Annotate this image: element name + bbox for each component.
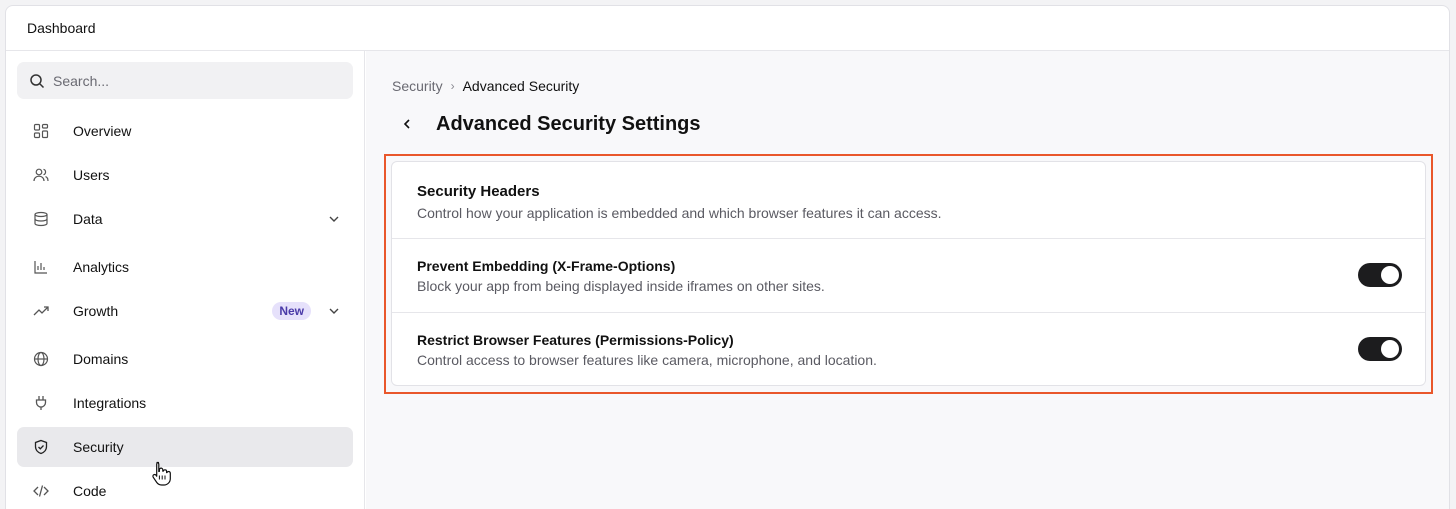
sidebar-item-integrations[interactable]: Integrations [17, 383, 353, 423]
search-box[interactable] [17, 62, 353, 99]
sidebar-item-users[interactable]: Users [17, 155, 353, 195]
search-input[interactable] [53, 72, 333, 89]
chevron-left-icon [403, 119, 410, 129]
breadcrumb-parent-link[interactable]: Security [392, 78, 443, 94]
x-frame-options-toggle[interactable] [1358, 263, 1402, 287]
toggle-knob [1381, 340, 1399, 358]
card-title: Security Headers [417, 183, 540, 200]
sidebar-item-domains[interactable]: Domains [17, 339, 353, 379]
sidebar-item-analytics[interactable]: Analytics [17, 247, 353, 287]
breadcrumb-current: Advanced Security [462, 78, 580, 94]
chevron-right-icon: › [450, 79, 455, 93]
sidebar-item-label: Integrations [73, 395, 147, 411]
new-badge: New [272, 302, 311, 320]
setting-description: Block your app from being displayed insi… [417, 278, 825, 294]
users-icon [33, 167, 49, 183]
main-content: Security › Advanced Security Advanced Se… [366, 51, 1449, 509]
search-icon [30, 73, 45, 88]
sidebar-item-label: Data [73, 211, 103, 227]
globe-icon [33, 351, 49, 367]
sidebar-item-security[interactable]: Security [17, 427, 353, 467]
permissions-policy-toggle[interactable] [1358, 337, 1402, 361]
sidebar-item-label: Growth [73, 303, 119, 319]
sidebar-item-label: Domains [73, 351, 129, 367]
setting-title: Prevent Embedding (X-Frame-Options) [417, 258, 676, 274]
sidebar-item-label: Analytics [73, 259, 130, 275]
sidebar-item-label: Code [73, 483, 107, 499]
database-icon [33, 211, 49, 227]
chevron-down-icon[interactable] [327, 304, 341, 318]
setting-title: Restrict Browser Features (Permissions-P… [417, 332, 734, 348]
sidebar: Overview Users Data Analytics Growth New… [6, 51, 365, 509]
bar-chart-icon [33, 259, 49, 275]
sidebar-item-growth[interactable]: Growth New [17, 291, 353, 331]
trending-up-icon [33, 303, 49, 319]
sidebar-item-label: Security [73, 439, 124, 455]
sidebar-item-label: Users [73, 167, 110, 183]
sidebar-item-data[interactable]: Data [17, 199, 353, 239]
security-headers-card: Security Headers Control how your applic… [391, 161, 1426, 386]
back-button[interactable] [400, 117, 414, 131]
setting-description: Control access to browser features like … [417, 352, 877, 368]
code-icon [33, 483, 49, 499]
page-title: Advanced Security Settings [436, 113, 701, 135]
sidebar-item-label: Overview [73, 123, 132, 139]
toggle-knob [1381, 266, 1399, 284]
grid-icon [33, 123, 49, 139]
breadcrumb: Security › Advanced Security [392, 78, 579, 94]
sidebar-item-overview[interactable]: Overview [17, 111, 353, 151]
setting-row-permissions-policy: Restrict Browser Features (Permissions-P… [392, 312, 1425, 385]
window-title: Dashboard [27, 20, 96, 36]
hand-cursor-icon [152, 461, 171, 486]
top-bar: Dashboard [6, 6, 1449, 51]
app-window: Dashboard Overview Users Data Analytics … [5, 5, 1450, 509]
card-header: Security Headers Control how your applic… [392, 162, 1425, 239]
chevron-down-icon[interactable] [327, 212, 341, 226]
setting-row-x-frame-options: Prevent Embedding (X-Frame-Options) Bloc… [392, 239, 1425, 312]
card-description: Control how your application is embedded… [417, 205, 942, 221]
sidebar-item-code[interactable]: Code [17, 471, 353, 509]
plug-icon [33, 395, 49, 411]
shield-icon [33, 439, 49, 455]
